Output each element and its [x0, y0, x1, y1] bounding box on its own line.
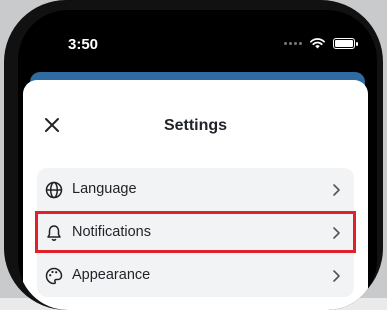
globe-icon [45, 181, 63, 199]
settings-item-appearance[interactable]: Appearance [37, 254, 354, 297]
phone-screen: 3:50 Settings Language Notifications App… [18, 10, 377, 310]
phone-frame: 3:50 Settings Language Notifications App… [0, 0, 387, 310]
signal-icon [284, 42, 302, 45]
settings-item-label: Language [72, 181, 137, 197]
bell-icon [47, 225, 61, 241]
chevron-right-icon [333, 227, 340, 239]
settings-item-language[interactable]: Language [37, 168, 354, 211]
settings-item-label: Appearance [72, 267, 151, 283]
page-title: Settings [163, 117, 228, 134]
status-bar: 3:50 [18, 10, 377, 70]
settings-item-notifications[interactable]: Notifications [37, 211, 354, 254]
phone-bezel: 3:50 Settings Language Notifications App… [4, 0, 383, 310]
wifi-icon [310, 38, 325, 49]
battery-icon [333, 38, 358, 49]
status-time: 3:50 [68, 36, 99, 53]
settings-list: Language Notifications Appearance [35, 168, 356, 297]
settings-sheet: Settings Language Notifications Appearan… [23, 80, 368, 310]
palette-icon [45, 267, 63, 285]
chevron-right-icon [333, 270, 340, 282]
settings-item-label: Notifications [72, 224, 151, 240]
chevron-right-icon [333, 184, 340, 196]
status-icons [284, 38, 358, 49]
